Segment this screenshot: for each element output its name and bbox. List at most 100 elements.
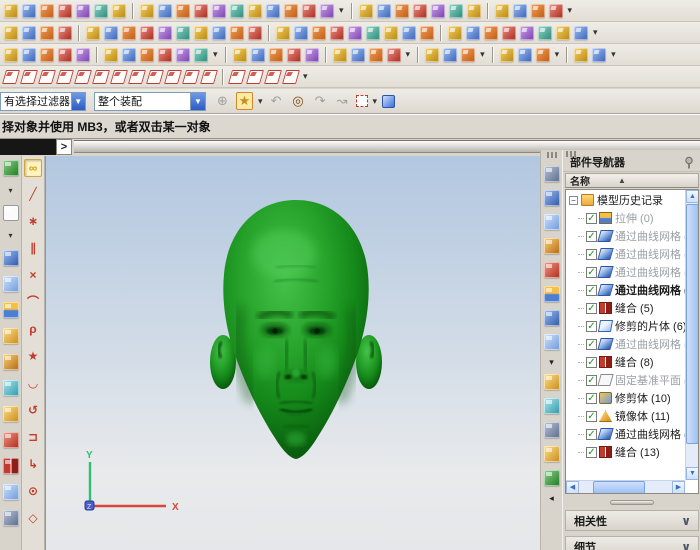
toolbar-icon[interactable] bbox=[128, 70, 146, 84]
toolbar-icon[interactable] bbox=[104, 26, 118, 40]
toolbar-icon[interactable] bbox=[194, 26, 208, 40]
toolbar-icon[interactable] bbox=[110, 70, 128, 84]
toolbar-icon[interactable] bbox=[495, 4, 509, 18]
toolbar-icon[interactable] bbox=[549, 4, 563, 18]
dropdown-caret-icon[interactable]: ▾ bbox=[258, 96, 263, 107]
toolbar-icon[interactable] bbox=[248, 4, 262, 18]
green-head-model[interactable] bbox=[196, 190, 396, 490]
collapse-caret-icon[interactable]: ◂ bbox=[549, 494, 554, 502]
extrude-tool-icon[interactable] bbox=[3, 302, 19, 318]
toolbar-icon[interactable] bbox=[2, 70, 20, 84]
toolbar-icon[interactable] bbox=[164, 70, 182, 84]
toolbar-icon[interactable] bbox=[22, 48, 36, 62]
toolbar-icon[interactable] bbox=[4, 26, 18, 40]
chevron-down-icon[interactable]: ∨ bbox=[681, 540, 698, 550]
tree-row[interactable]: ✓缝合 (5) bbox=[566, 299, 685, 317]
boolean-tool-icon[interactable] bbox=[3, 432, 19, 448]
tree-row[interactable]: ✓通过曲线网格 (12) bbox=[566, 425, 685, 443]
toolbar-icon[interactable] bbox=[312, 26, 326, 40]
curve-chamfer-icon[interactable]: ↳ bbox=[24, 456, 42, 474]
toolbar-icon[interactable] bbox=[294, 26, 308, 40]
curve-spline-icon[interactable]: ρ bbox=[24, 321, 42, 339]
selection-filter-dropdown[interactable]: 有选择过滤器 ▼ bbox=[0, 92, 86, 111]
feature-checkbox[interactable]: ✓ bbox=[586, 393, 597, 404]
toolbar-icon[interactable] bbox=[443, 48, 457, 62]
toolbar-icon[interactable] bbox=[536, 48, 550, 62]
tree-row[interactable]: ✓修剪体 (10) bbox=[566, 389, 685, 407]
dropdown-caret-icon[interactable]: ▾ bbox=[567, 5, 574, 16]
trim-tool-icon[interactable] bbox=[3, 484, 19, 500]
feature-checkbox[interactable]: ✓ bbox=[586, 447, 597, 458]
tree-row[interactable]: ✓缝合 (8) bbox=[566, 353, 685, 371]
toolbar-icon[interactable] bbox=[40, 4, 54, 18]
section-dependencies[interactable]: 相关性 ∨ bbox=[565, 510, 699, 531]
feature-bend-icon[interactable] bbox=[544, 374, 560, 390]
toolbar-icon[interactable] bbox=[369, 48, 383, 62]
toolbar-icon[interactable] bbox=[58, 48, 72, 62]
block-tool-icon[interactable] bbox=[3, 380, 19, 396]
graphics-viewport[interactable]: Z Y X bbox=[45, 156, 540, 550]
part-navigator-titlebar[interactable]: 部件导航器 bbox=[563, 150, 700, 172]
feature-facet-icon[interactable] bbox=[544, 470, 560, 486]
snap-circle-icon[interactable]: ◎ bbox=[290, 93, 307, 109]
curve-fillet-icon[interactable]: ◡ bbox=[24, 375, 42, 393]
toolbar-icon[interactable] bbox=[592, 48, 606, 62]
expand-toolbar-button[interactable]: > bbox=[56, 139, 72, 155]
scroll-right-icon[interactable]: ▶ bbox=[672, 481, 685, 494]
toolbar-icon[interactable] bbox=[76, 48, 90, 62]
horizontal-scroll-thumb[interactable] bbox=[593, 481, 645, 494]
feature-checkbox[interactable]: ✓ bbox=[586, 213, 597, 224]
curve-arc-icon[interactable]: ⌒ bbox=[24, 294, 42, 312]
curve-polygon-icon[interactable]: ◇ bbox=[24, 510, 42, 528]
toolbar-icon[interactable] bbox=[212, 26, 226, 40]
pin-icon[interactable] bbox=[683, 156, 695, 169]
assembly-scope-dropdown[interactable]: 整个装配 ▼ bbox=[94, 92, 206, 111]
curve-trim-icon[interactable]: × bbox=[24, 267, 42, 285]
toolbar-icon[interactable] bbox=[520, 26, 534, 40]
toolbar-icon[interactable] bbox=[333, 48, 347, 62]
toolbar-icon[interactable] bbox=[502, 26, 516, 40]
feature-shell-icon[interactable] bbox=[544, 422, 560, 438]
feature-checkbox[interactable]: ✓ bbox=[586, 339, 597, 350]
redo-icon[interactable]: ↷ bbox=[312, 93, 329, 109]
toolbar-icon[interactable] bbox=[287, 48, 301, 62]
toolbar-icon[interactable] bbox=[140, 4, 154, 18]
toolbar-icon[interactable] bbox=[230, 26, 244, 40]
toolbar-icon[interactable] bbox=[182, 70, 200, 84]
curve-line-icon[interactable]: ╱ bbox=[24, 186, 42, 204]
toolbar-icon[interactable] bbox=[384, 26, 398, 40]
toolbar-icon[interactable] bbox=[425, 48, 439, 62]
toolbar-icon[interactable] bbox=[282, 70, 300, 84]
toolbar-icon[interactable] bbox=[86, 26, 100, 40]
tree-row[interactable]: ✓修剪的片体 (6) bbox=[566, 317, 685, 335]
feature-flange-icon[interactable] bbox=[544, 238, 560, 254]
toolbar-icon[interactable] bbox=[74, 70, 92, 84]
toolbar-icon[interactable] bbox=[377, 4, 391, 18]
sew-tool-icon[interactable] bbox=[3, 458, 19, 474]
toolbar-icon[interactable] bbox=[264, 70, 282, 84]
toolbar-icon[interactable] bbox=[194, 4, 208, 18]
datum-plane-tool-icon[interactable] bbox=[3, 205, 19, 221]
tree-row[interactable]: ✓通过曲线网格 (2) bbox=[566, 245, 685, 263]
dropdown-caret-icon[interactable]: ▾ bbox=[212, 49, 219, 60]
dropdown-caret-icon[interactable]: ▾ bbox=[8, 186, 12, 195]
toolbar-icon[interactable] bbox=[420, 26, 434, 40]
toolbar-icon[interactable] bbox=[574, 26, 588, 40]
toolbar-icon[interactable] bbox=[284, 4, 298, 18]
feature-checkbox[interactable]: ✓ bbox=[586, 267, 597, 278]
dropdown-caret-icon[interactable]: ▾ bbox=[302, 71, 309, 82]
toolbar-icon[interactable] bbox=[140, 48, 154, 62]
dropdown-caret-icon[interactable]: ▾ bbox=[554, 49, 561, 60]
toolbar-icon[interactable] bbox=[40, 48, 54, 62]
toolbar-icon[interactable] bbox=[20, 70, 38, 84]
feature-checkbox[interactable]: ✓ bbox=[586, 411, 597, 422]
toolbar-icon[interactable] bbox=[449, 4, 463, 18]
chevron-down-icon[interactable]: ▼ bbox=[190, 93, 205, 110]
feature-checkbox[interactable]: ✓ bbox=[586, 375, 597, 386]
toolbar-icon[interactable] bbox=[176, 26, 190, 40]
toolbar-icon[interactable] bbox=[122, 26, 136, 40]
toolbar-icon[interactable] bbox=[366, 26, 380, 40]
toolbar-icon[interactable] bbox=[22, 26, 36, 40]
splitter-grip[interactable] bbox=[610, 500, 654, 505]
toolbar-icon[interactable] bbox=[194, 48, 208, 62]
